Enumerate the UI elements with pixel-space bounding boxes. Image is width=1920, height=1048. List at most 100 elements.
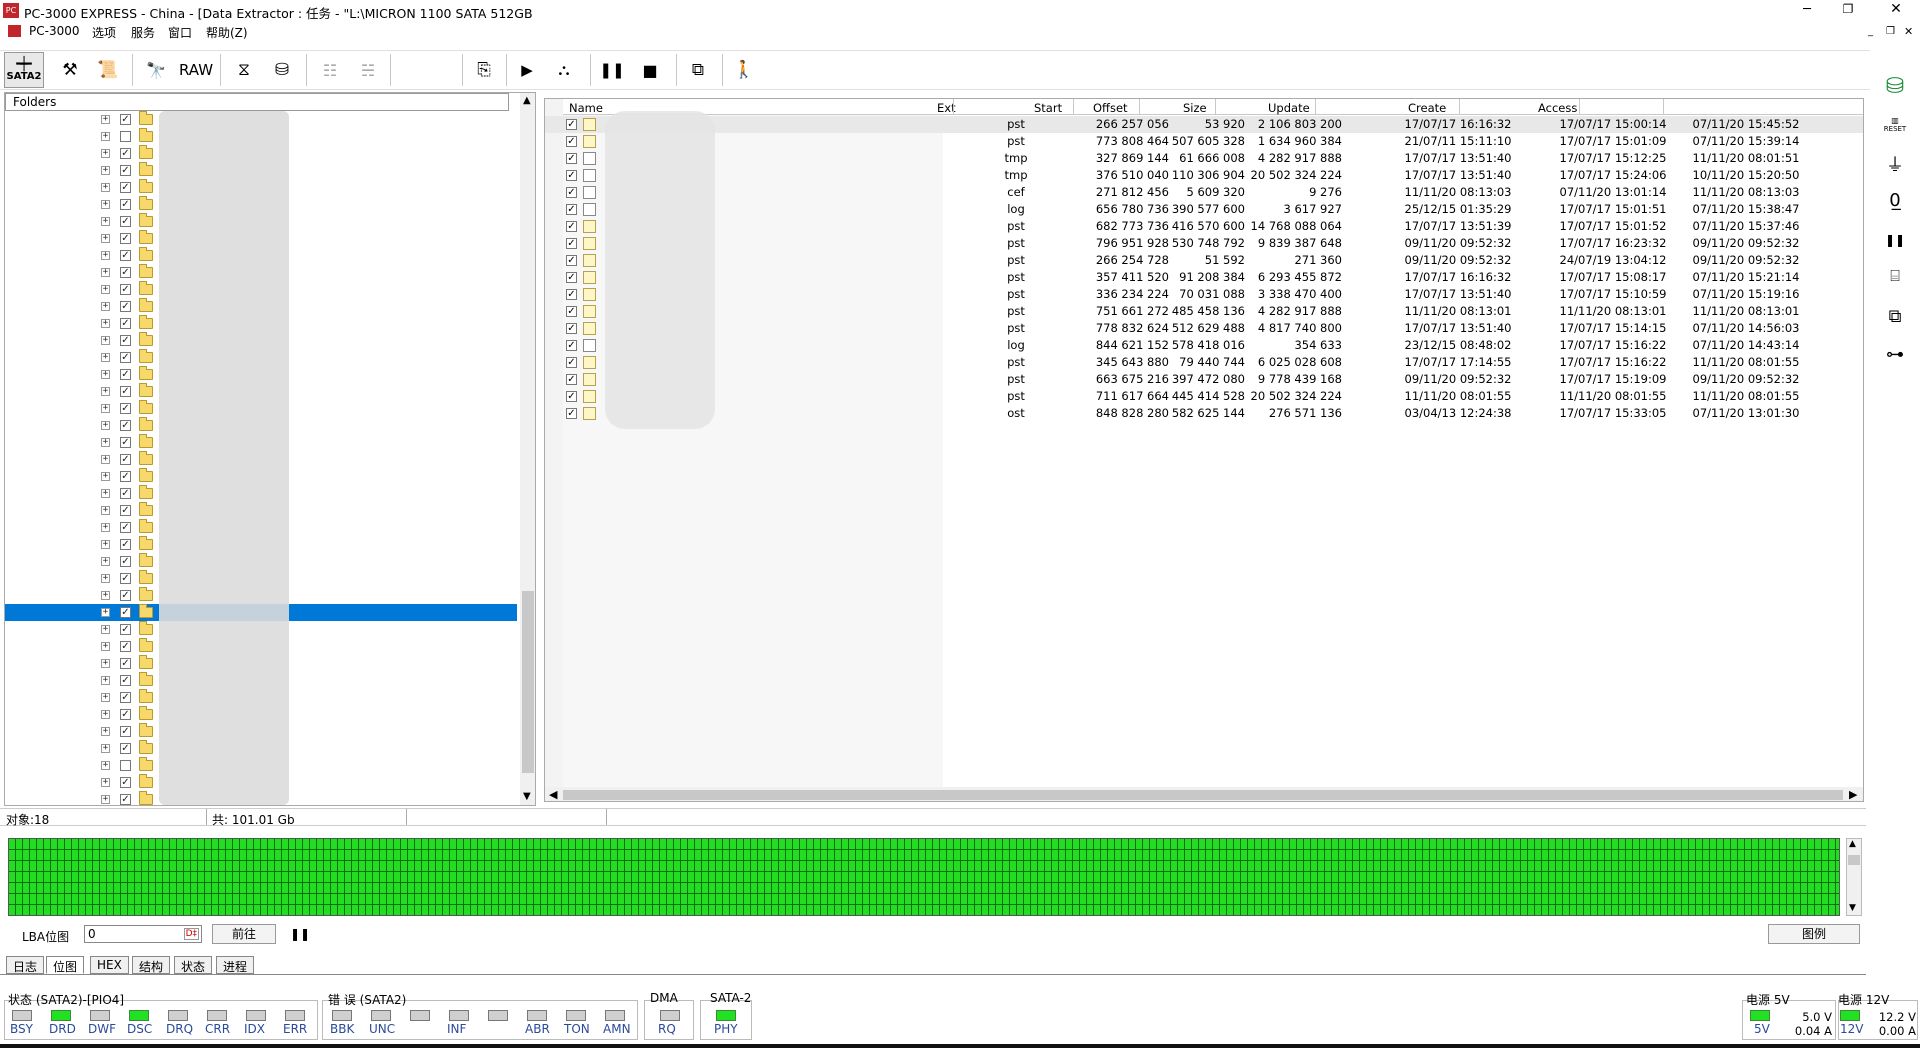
expand-toggle-icon[interactable]: + <box>101 608 110 617</box>
expand-toggle-icon[interactable]: + <box>101 200 110 209</box>
table-row[interactable]: ✓ pst 796 951 928 530 748 792 9 839 387 648 0… <box>545 235 1863 252</box>
tree-checkbox[interactable]: ✓ <box>120 216 131 227</box>
mdi-close-button[interactable]: ✕ <box>1904 25 1913 38</box>
expand-toggle-icon[interactable]: + <box>101 778 110 787</box>
expand-toggle-icon[interactable]: + <box>101 217 110 226</box>
raw-button[interactable]: RAW <box>176 53 216 87</box>
menu-item-window[interactable]: 窗口 <box>168 24 192 41</box>
column-header[interactable]: Offset <box>1093 101 1128 115</box>
tree-checkbox[interactable]: ✓ <box>120 284 131 295</box>
expand-toggle-icon[interactable]: + <box>101 149 110 158</box>
tab-log[interactable]: 日志 <box>6 956 45 974</box>
db-button[interactable]: ⛁ <box>1880 72 1910 100</box>
tree-checkbox[interactable]: ✓ <box>120 199 131 210</box>
tree-checkbox[interactable]: ✓ <box>120 556 131 567</box>
column-header[interactable]: Update <box>1268 101 1310 115</box>
row-checkbox[interactable]: ✓ <box>566 323 577 334</box>
drive-button[interactable]: ⛁ <box>264 53 300 87</box>
mdi-minimize-button[interactable]: _ <box>1868 26 1873 37</box>
tree-checkbox[interactable]: ✓ <box>120 624 131 635</box>
bitmap-pause-button[interactable]: ❚❚ <box>290 927 310 941</box>
scroll-up-arrow-icon[interactable]: ▲ <box>523 95 531 106</box>
script-button[interactable]: 📜 <box>90 53 126 87</box>
tree-checkbox[interactable]: ✓ <box>120 607 131 618</box>
tree-checkbox[interactable]: ✓ <box>120 420 131 431</box>
expand-toggle-icon[interactable]: + <box>101 370 110 379</box>
table-row[interactable]: ✓ ost 848 828 280 582 625 144 276 571 136 03/… <box>545 405 1863 422</box>
tab-structure[interactable]: 结构 <box>132 956 171 974</box>
row-checkbox[interactable]: ✓ <box>566 119 577 130</box>
table-row[interactable]: ✓ pst 778 832 624 512 629 488 4 817 740 800 1… <box>545 320 1863 337</box>
table-row[interactable]: ✓ log 844 621 152 578 418 016 354 633 23/12/1… <box>545 337 1863 354</box>
decimal-toggle-icon[interactable]: D‡ <box>183 928 199 940</box>
tree-checkbox[interactable]: ✓ <box>120 352 131 363</box>
minimize-button[interactable]: ─ <box>1797 2 1817 18</box>
row-checkbox[interactable]: ✓ <box>566 136 577 147</box>
tree-checkbox[interactable]: ✓ <box>120 743 131 754</box>
expand-toggle-icon[interactable]: + <box>101 455 110 464</box>
expand-toggle-icon[interactable]: + <box>101 132 110 141</box>
tree-checkbox[interactable]: ✓ <box>120 539 131 550</box>
tree-collapse-button[interactable]: ☵ <box>350 53 386 87</box>
lba-input[interactable]: 0 D‡ <box>84 925 202 943</box>
expand-toggle-icon[interactable]: + <box>101 166 110 175</box>
tree-checkbox[interactable]: ✓ <box>120 318 131 329</box>
expand-toggle-icon[interactable]: + <box>101 421 110 430</box>
tree-checkbox[interactable]: ✓ <box>120 369 131 380</box>
tree-checkbox[interactable]: ✓ <box>120 471 131 482</box>
folders-scrollbar[interactable]: ▲ ▼ <box>520 93 535 805</box>
expand-toggle-icon[interactable]: + <box>101 387 110 396</box>
expand-toggle-icon[interactable]: + <box>101 336 110 345</box>
row-checkbox[interactable]: ✓ <box>566 221 577 232</box>
tree-checkbox[interactable]: ✓ <box>120 301 131 312</box>
column-header[interactable]: Access <box>1538 101 1577 115</box>
row-checkbox[interactable]: ✓ <box>566 170 577 181</box>
network-button[interactable]: ⛬ <box>546 53 582 87</box>
expand-toggle-icon[interactable]: + <box>101 676 110 685</box>
expand-toggle-icon[interactable]: + <box>101 761 110 770</box>
expand-toggle-icon[interactable]: + <box>101 744 110 753</box>
scroll-right-arrow-icon[interactable]: ▶ <box>1849 788 1857 801</box>
tree-checkbox[interactable]: ✓ <box>120 641 131 652</box>
table-row[interactable]: ✓ tmp 376 510 040 110 306 904 20 502 324 224… <box>545 167 1863 184</box>
column-divider[interactable] <box>1215 99 1216 115</box>
expand-toggle-icon[interactable]: + <box>101 727 110 736</box>
table-row[interactable]: ✓ pst 266 254 728 51 592 271 360 09/11/20 09:… <box>545 252 1863 269</box>
row-checkbox[interactable]: ✓ <box>566 340 577 351</box>
go-button[interactable]: 前往 <box>212 924 276 944</box>
expand-toggle-icon[interactable]: + <box>101 183 110 192</box>
column-divider[interactable] <box>1663 99 1664 115</box>
menu-item-service[interactable]: 服务 <box>131 24 155 41</box>
tab-bitmap[interactable]: 位图 <box>46 956 85 974</box>
scroll-thumb[interactable] <box>522 591 534 773</box>
side-pause-button[interactable]: ❚❚ <box>1880 226 1910 254</box>
tree-checkbox[interactable]: ✓ <box>120 437 131 448</box>
cable-button[interactable]: ⊶ <box>1880 340 1910 368</box>
expand-toggle-icon[interactable]: + <box>101 302 110 311</box>
tree-checkbox[interactable]: ✓ <box>120 522 131 533</box>
table-row[interactable]: ✓ log 656 780 736 390 577 600 3 617 927 25/12… <box>545 201 1863 218</box>
table-row[interactable]: ✓ pst 345 643 880 79 440 744 6 025 028 608 17… <box>545 354 1863 371</box>
row-checkbox[interactable]: ✓ <box>566 391 577 402</box>
column-divider[interactable] <box>1139 99 1140 115</box>
column-header[interactable]: Size <box>1183 101 1207 115</box>
tree-checkbox[interactable]: ✓ <box>120 182 131 193</box>
tree-checkbox[interactable]: ✓ <box>120 726 131 737</box>
expand-toggle-icon[interactable]: + <box>101 251 110 260</box>
column-header[interactable]: Name <box>569 101 603 115</box>
tree-checkbox[interactable]: ✓ <box>120 335 131 346</box>
zero-button[interactable]: 0̲ <box>1880 186 1910 214</box>
mdi-restore-button[interactable]: ❐ <box>1886 26 1895 37</box>
tree-checkbox[interactable]: ✓ <box>120 658 131 669</box>
table-row[interactable]: ✓ pst 773 808 464 507 605 328 1 634 960 384 2… <box>545 133 1863 150</box>
row-checkbox[interactable]: ✓ <box>566 374 577 385</box>
tree-checkbox[interactable]: ✓ <box>120 794 131 805</box>
table-row[interactable]: ✓ pst 336 234 224 70 031 088 3 338 470 400 17… <box>545 286 1863 303</box>
sata2-port-button[interactable]: ╺┿╸ SATA2 <box>4 52 44 88</box>
h-scroll-thumb[interactable] <box>563 790 1843 800</box>
tree-checkbox[interactable]: ✓ <box>120 573 131 584</box>
table-row[interactable]: ✓ pst 711 617 664 445 414 528 20 502 324 224… <box>545 388 1863 405</box>
row-checkbox[interactable]: ✓ <box>566 289 577 300</box>
column-divider[interactable] <box>953 99 954 115</box>
scroll-down-arrow-icon[interactable]: ▼ <box>1849 903 1856 913</box>
